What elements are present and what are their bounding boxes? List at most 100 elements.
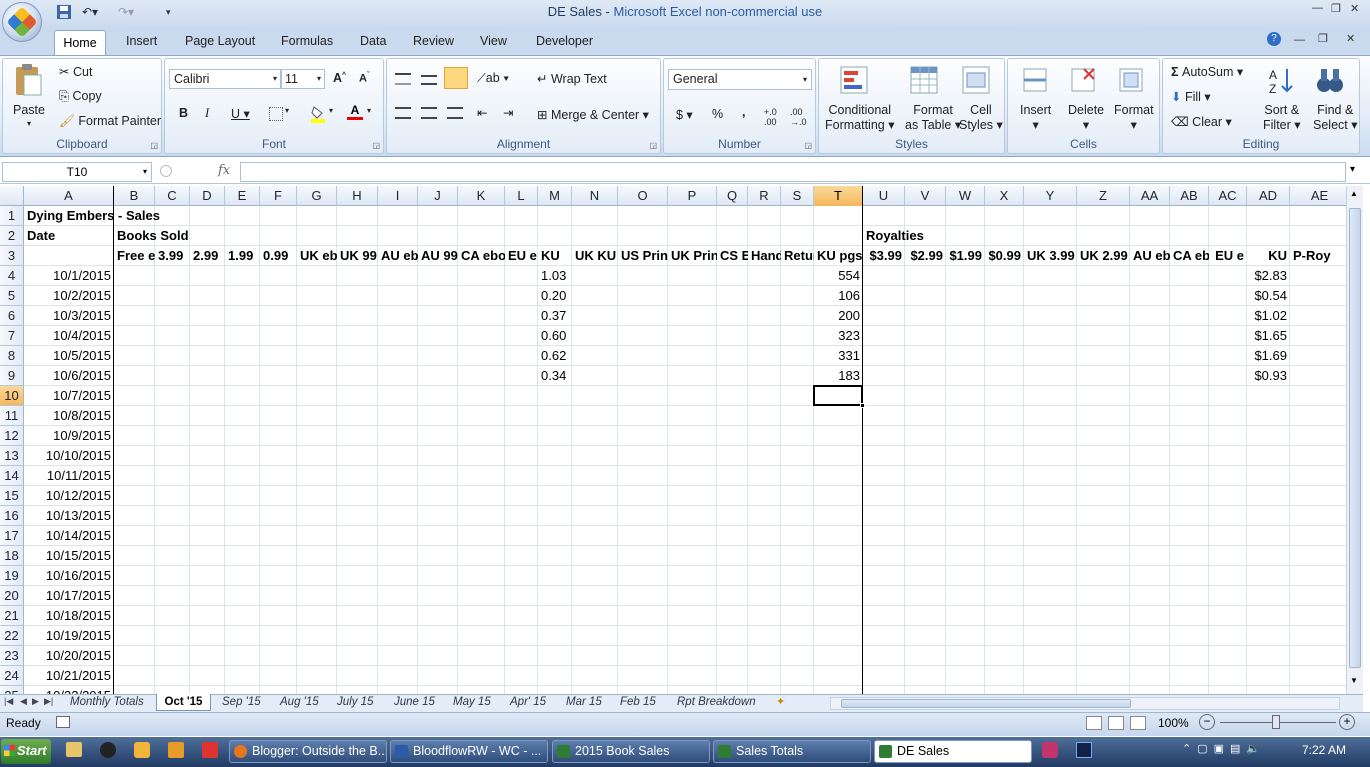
sheet-tab-may-15[interactable]: May 15 — [453, 696, 491, 708]
delete-cells-button[interactable]: Delete ▾ — [1068, 103, 1104, 132]
date-cell[interactable]: 10/21/2015 — [24, 666, 114, 686]
date-cell[interactable]: 10/17/2015 — [24, 586, 114, 606]
sheet-tab-aug-15[interactable]: Aug '15 — [280, 696, 319, 708]
date-cell[interactable]: 10/2/2015 — [24, 286, 114, 306]
date-cell[interactable]: 10/18/2015 — [24, 606, 114, 626]
date-cell[interactable]: 10/7/2015 — [24, 386, 114, 406]
row-header[interactable]: 3 — [0, 246, 24, 266]
horizontal-scrollbar[interactable] — [830, 697, 1340, 710]
ku-pages-cell[interactable]: 200 — [814, 306, 863, 326]
column-label-cell[interactable]: CA ebo — [458, 246, 505, 266]
number-format-select[interactable]: General ▾ — [668, 69, 812, 90]
sheet-nav-prev-icon[interactable]: ◀ — [20, 696, 27, 707]
orientation-icon[interactable]: ⟋ab ▾ — [477, 71, 509, 86]
zoom-slider-thumb[interactable] — [1272, 715, 1280, 729]
bold-icon[interactable]: B — [179, 106, 188, 120]
royalties-header-cell[interactable]: Royalties — [863, 226, 983, 246]
date-cell[interactable]: 10/5/2015 — [24, 346, 114, 366]
column-header[interactable]: K — [458, 186, 505, 206]
column-header[interactable]: V — [905, 186, 946, 206]
column-header[interactable]: A — [24, 186, 114, 206]
column-header[interactable]: U — [863, 186, 905, 206]
taskbar-item-de-sales[interactable]: DE Sales — [874, 740, 1032, 763]
conditional-formatting-button[interactable]: Conditional Formatting ▾ — [825, 103, 895, 133]
title-cell[interactable]: Dying Embers - Sales — [24, 206, 174, 226]
active-cell[interactable] — [813, 385, 863, 406]
ku-pages-cell[interactable]: 331 — [814, 346, 863, 366]
row-header[interactable]: 10 — [0, 386, 24, 406]
currency-icon[interactable]: $ ▾ — [676, 107, 693, 122]
cut-button[interactable]: ✂ Cut — [59, 64, 92, 79]
date-cell[interactable]: 10/19/2015 — [24, 626, 114, 646]
expand-formula-bar-icon[interactable]: ▾ — [1350, 164, 1355, 175]
column-label-cell[interactable]: P-Roy — [1290, 246, 1346, 266]
date-cell[interactable]: 10/1/2015 — [24, 266, 114, 286]
tab-developer[interactable]: Developer — [536, 34, 593, 48]
column-header[interactable]: AC — [1209, 186, 1247, 206]
ku-pages-cell[interactable]: 183 — [814, 366, 863, 386]
ku-cell[interactable]: 0.34 — [538, 366, 572, 386]
pdf-icon[interactable] — [202, 742, 218, 758]
row-header[interactable]: 19 — [0, 566, 24, 586]
scroll-down-icon[interactable]: ▼ — [1350, 676, 1358, 685]
ku-royalty-cell[interactable]: $1.65 — [1247, 326, 1290, 346]
column-header[interactable]: AD — [1247, 186, 1290, 206]
row-header[interactable]: 24 — [0, 666, 24, 686]
wrap-text-button[interactable]: ↵ Wrap Text — [537, 71, 607, 86]
column-label-cell[interactable]: Free e — [114, 246, 155, 266]
tab-home[interactable]: Home — [54, 30, 106, 56]
underline-icon[interactable]: U ▾ — [231, 106, 250, 121]
fill-color-dropdown-icon[interactable]: ▾ — [329, 106, 333, 115]
fill-color-icon[interactable] — [311, 105, 325, 123]
date-cell[interactable]: 10/13/2015 — [24, 506, 114, 526]
column-header[interactable]: AA — [1130, 186, 1170, 206]
date-cell[interactable]: 10/16/2015 — [24, 566, 114, 586]
sheet-tab-mar-15[interactable]: Mar 15 — [566, 696, 602, 708]
date-cell[interactable]: 10/6/2015 — [24, 366, 114, 386]
ku-royalty-cell[interactable]: $1.69 — [1247, 346, 1290, 366]
taskbar-item-sales-totals[interactable]: Sales Totals — [713, 740, 871, 763]
vertical-scrollbar[interactable]: ▲ ▼ — [1346, 186, 1363, 694]
find-select-button[interactable]: Find & Select ▾ — [1313, 103, 1358, 133]
close-icon[interactable]: ✕ — [1350, 2, 1359, 15]
tab-review[interactable]: Review — [413, 34, 454, 48]
clear-button[interactable]: ⌫ Clear ▾ — [1171, 114, 1232, 129]
ku-cell[interactable]: 0.20 — [538, 286, 572, 306]
row-header[interactable]: 2 — [0, 226, 24, 246]
date-cell[interactable]: 10/20/2015 — [24, 646, 114, 666]
row-header[interactable]: 7 — [0, 326, 24, 346]
horizontal-scroll-thumb[interactable] — [841, 699, 1131, 708]
column-header[interactable]: J — [418, 186, 458, 206]
column-header[interactable]: R — [748, 186, 781, 206]
column-header[interactable]: AB — [1170, 186, 1209, 206]
column-header[interactable]: H — [337, 186, 378, 206]
increase-decimal-icon[interactable]: +.0.00 — [764, 107, 777, 127]
zoom-level[interactable]: 100% — [1158, 716, 1189, 730]
column-label-cell[interactable]: UK Print — [668, 246, 717, 266]
tab-insert[interactable]: Insert — [126, 34, 157, 48]
macro-record-icon[interactable] — [56, 716, 70, 728]
column-label-cell[interactable]: $2.99 — [905, 246, 946, 266]
row-header[interactable]: 25 — [0, 686, 24, 694]
format-cells-button[interactable]: Format ▾ — [1114, 103, 1154, 132]
ku-cell[interactable]: 1.03 — [538, 266, 572, 286]
row-header[interactable]: 17 — [0, 526, 24, 546]
ku-cell[interactable]: 0.60 — [538, 326, 572, 346]
formula-input[interactable] — [240, 162, 1346, 182]
column-header[interactable]: O — [618, 186, 668, 206]
column-label-cell[interactable]: KU pgs — [814, 246, 863, 266]
row-header[interactable]: 4 — [0, 266, 24, 286]
sheet-tab-july-15[interactable]: July 15 — [337, 696, 373, 708]
insert-sheet-icon[interactable]: ✦ — [776, 695, 785, 708]
office-button[interactable] — [2, 2, 42, 42]
user-icon[interactable] — [100, 742, 116, 758]
row-header[interactable]: 9 — [0, 366, 24, 386]
italic-icon[interactable]: I — [205, 106, 209, 121]
normal-view-icon[interactable] — [1086, 716, 1102, 730]
ku-royalty-cell[interactable]: $2.83 — [1247, 266, 1290, 286]
zoom-in-icon[interactable]: + — [1339, 714, 1355, 730]
column-label-cell[interactable]: EU e — [1209, 246, 1247, 266]
dialog-launcher-icon[interactable]: ◲ — [649, 141, 657, 150]
column-header[interactable]: Z — [1077, 186, 1130, 206]
sheet-nav-last-icon[interactable]: ▶| — [44, 696, 53, 707]
